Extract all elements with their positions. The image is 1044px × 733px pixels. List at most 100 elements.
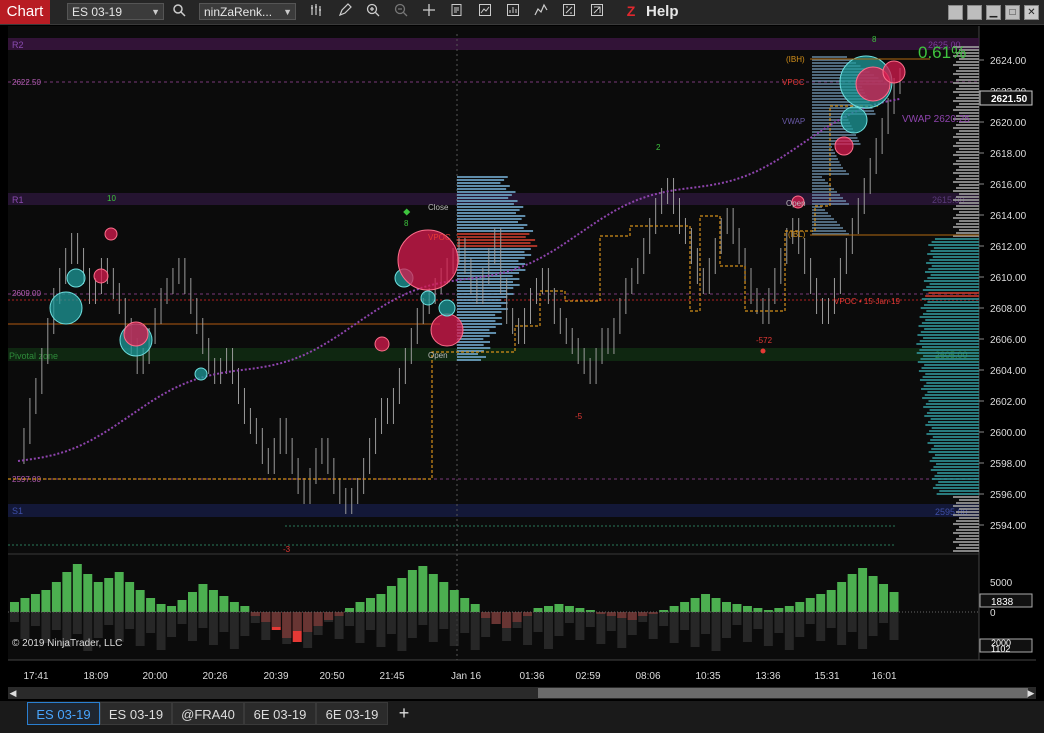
price-tick-label: 2616.00	[990, 180, 1027, 191]
profile-bar	[956, 538, 979, 540]
profile-bar	[457, 254, 532, 256]
profile-bar	[959, 166, 979, 168]
tab-6e-03-19[interactable]: 6E 03-19	[244, 702, 316, 725]
last-price: 2621.50	[991, 94, 1028, 105]
tab-es-03-19-2[interactable]: ES 03-19	[100, 702, 172, 725]
profile-bar	[457, 281, 513, 283]
profile-bar	[812, 197, 843, 199]
time-tick-label: 08:06	[635, 671, 660, 682]
instrument-selector[interactable]: ES 03-19 ▼	[67, 3, 164, 20]
histogram-bar	[219, 596, 229, 612]
histogram-bar	[659, 610, 669, 612]
zoom-out-icon[interactable]	[392, 3, 410, 21]
histogram-bar	[826, 590, 836, 612]
ninza-logo-icon[interactable]: Z	[624, 3, 638, 20]
chart-canvas[interactable]: R2 R1 Pivotal zone S1 2625.00 2615.00 26…	[0, 26, 1044, 686]
draw-pencil-icon[interactable]	[336, 3, 354, 21]
time-axis[interactable]: 17:41 18:09 20:00 20:26 20:39 20:50 21:45 Jan 1…	[23, 671, 896, 682]
tab-fra40[interactable]: @FRA40	[172, 702, 244, 725]
profile-bar	[924, 304, 979, 306]
profile-bar	[953, 172, 979, 174]
tab-6e-03-19-2[interactable]: 6E 03-19	[316, 702, 388, 725]
price-tick-label: 2610.00	[990, 273, 1027, 284]
restore-button[interactable]	[948, 5, 963, 20]
profile-bar	[457, 239, 536, 241]
volume-bar	[470, 612, 480, 650]
volume-bubble	[66, 268, 86, 288]
profile-bar	[457, 248, 531, 250]
volume-bar	[627, 612, 637, 635]
bar-style-icon[interactable]	[308, 3, 326, 21]
price-tick-label: 2600.00	[990, 428, 1027, 439]
profile-bar	[956, 133, 979, 135]
histogram-bar	[208, 590, 218, 612]
strategies-icon[interactable]	[504, 3, 522, 21]
profile-bar	[959, 67, 979, 69]
volume-bar	[564, 612, 574, 623]
add-tab-button[interactable]: +	[393, 702, 415, 725]
indicators-icon[interactable]	[476, 3, 494, 21]
profile-bar	[927, 442, 979, 444]
properties-icon[interactable]	[560, 3, 578, 21]
profile-bar	[937, 472, 979, 474]
volume-bar	[397, 612, 407, 651]
profile-bar	[923, 355, 979, 357]
profile-bar	[457, 242, 531, 244]
profile-bar	[930, 274, 979, 276]
help-menu[interactable]: Help	[646, 3, 679, 21]
chevron-down-icon: ▼	[283, 7, 292, 17]
profile-bar	[953, 208, 979, 210]
histogram-bar	[156, 604, 166, 612]
tab-es-03-19[interactable]: ES 03-19	[27, 702, 100, 725]
profile-bar	[938, 481, 979, 483]
scroll-right-icon[interactable]: ▶	[1026, 687, 1036, 699]
profile-bar	[956, 88, 979, 90]
scroll-left-icon[interactable]: ◀	[8, 687, 18, 699]
volume-value: 1102	[991, 644, 1010, 654]
horizontal-scrollbar[interactable]: ◀ ▶	[8, 687, 1036, 699]
search-icon[interactable]	[170, 3, 188, 21]
maximize-button[interactable]: □	[1005, 5, 1020, 20]
profile-bar	[457, 200, 518, 202]
volume-bar	[10, 612, 19, 622]
zoom-in-icon[interactable]	[364, 3, 382, 21]
data-box-icon[interactable]	[448, 3, 466, 21]
profile-bar	[956, 196, 979, 198]
profile-bar	[925, 424, 979, 426]
minimize-button[interactable]: ▁	[986, 5, 1001, 20]
instrument-value: ES 03-19	[72, 5, 123, 19]
close-button[interactable]: ✕	[1024, 5, 1039, 20]
profile-bar	[931, 427, 979, 429]
pivotal-zone	[8, 348, 979, 361]
tile-button[interactable]	[967, 5, 982, 20]
profile-bar	[922, 313, 979, 315]
volume-bar	[826, 612, 836, 628]
volume-bar	[386, 612, 396, 634]
profile-bar	[457, 293, 514, 295]
profile-bar	[457, 299, 501, 301]
volume-bar	[355, 612, 365, 643]
histogram-bar	[135, 590, 145, 612]
profile-bar	[812, 137, 858, 139]
histogram-bar	[753, 608, 763, 612]
chart-title-tab[interactable]: Chart	[0, 0, 50, 24]
volume-bar	[428, 612, 438, 642]
templates-icon[interactable]	[532, 3, 550, 21]
share-icon[interactable]	[588, 3, 606, 21]
volume-bar	[261, 612, 271, 640]
swing-count-label: 10	[107, 194, 116, 203]
profile-bar	[928, 292, 979, 294]
profile-bar	[812, 188, 834, 190]
profile-bar	[919, 349, 979, 351]
histogram-bar	[837, 582, 847, 612]
profile-bar	[457, 323, 503, 325]
crosshair-icon[interactable]	[420, 3, 438, 21]
price-tick-label: 2608.00	[990, 304, 1027, 315]
scrollbar-thumb[interactable]	[538, 688, 1028, 698]
bar-type-selector[interactable]: ninZaRenk... ▼	[199, 3, 296, 20]
volume-bar	[659, 612, 669, 626]
volume-bar	[93, 612, 103, 638]
profile-bar	[926, 382, 979, 384]
profile-bar	[959, 139, 979, 141]
profile-bar	[812, 224, 840, 226]
